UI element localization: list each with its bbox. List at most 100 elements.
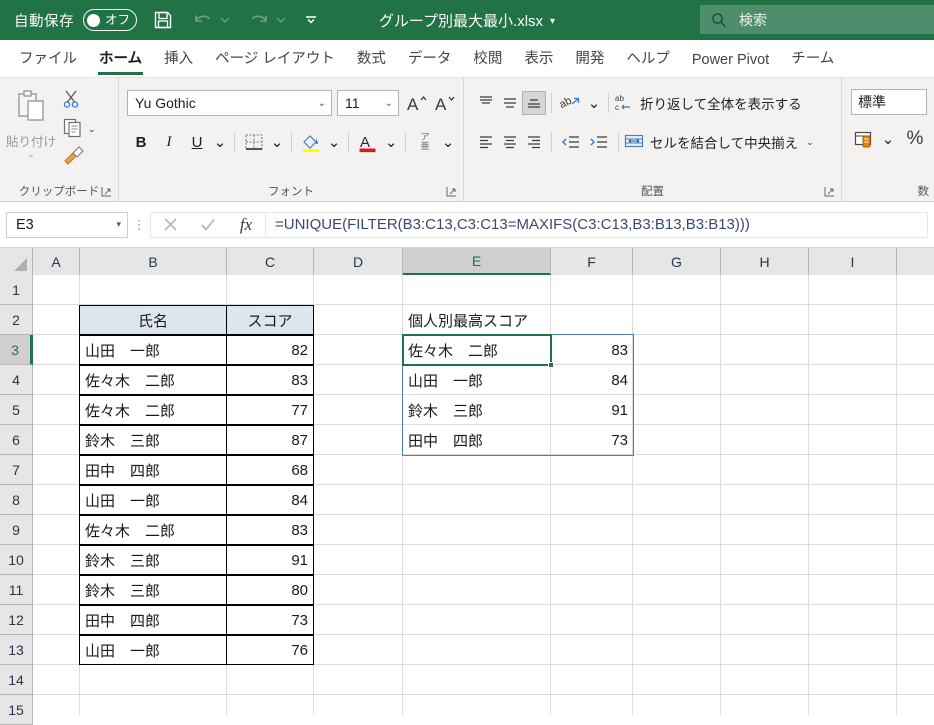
name-box-dropdown-icon[interactable]: ▾ bbox=[116, 219, 121, 230]
font-size-combo[interactable]: 11 ⌄ bbox=[337, 90, 399, 116]
select-all-corner[interactable] bbox=[0, 248, 33, 275]
cell-C7[interactable]: 68 bbox=[226, 455, 314, 485]
number-format-combo[interactable]: 標準 bbox=[851, 89, 927, 115]
wrap-text-button[interactable]: ab c 折り返して全体を表示する bbox=[614, 89, 802, 117]
cell-B12[interactable]: 田中 四郎 bbox=[79, 605, 227, 635]
autosave-toggle[interactable]: オフ bbox=[83, 9, 137, 31]
tab-team[interactable]: チーム bbox=[780, 43, 845, 77]
accounting-dropdown-icon[interactable]: ⌄ bbox=[879, 125, 897, 153]
shrink-font-icon[interactable]: A bbox=[431, 89, 459, 117]
row-header-10[interactable]: 10 bbox=[0, 545, 33, 575]
check-icon[interactable] bbox=[189, 213, 227, 237]
title-dropdown-icon[interactable]: ▾ bbox=[550, 16, 555, 27]
tab-insert[interactable]: 挿入 bbox=[153, 43, 204, 77]
tab-review[interactable]: 校閲 bbox=[462, 43, 513, 77]
borders-dropdown-icon[interactable]: ⌄ bbox=[268, 128, 286, 156]
column-header-j[interactable] bbox=[897, 248, 934, 275]
align-left-icon[interactable] bbox=[474, 130, 498, 154]
font-name-combo[interactable]: Yu Gothic ⌄ bbox=[127, 90, 332, 116]
align-right-icon[interactable] bbox=[522, 130, 546, 154]
copy-button[interactable]: ⌄ bbox=[62, 116, 114, 142]
cell-F6[interactable]: 73 bbox=[551, 425, 633, 455]
cell-B3[interactable]: 山田 一郎 bbox=[79, 335, 227, 365]
merge-center-button[interactable]: セルを結合して中央揃え ⌄ bbox=[624, 128, 814, 156]
tab-developer[interactable]: 開発 bbox=[564, 43, 615, 77]
cell-C6[interactable]: 87 bbox=[226, 425, 314, 455]
column-header-f[interactable]: F bbox=[551, 248, 633, 275]
row-header-3[interactable]: 3 bbox=[0, 335, 33, 365]
column-header-b[interactable]: B bbox=[80, 248, 227, 275]
cut-button[interactable] bbox=[62, 88, 114, 114]
cell-C3[interactable]: 82 bbox=[226, 335, 314, 365]
cell-C13[interactable]: 76 bbox=[226, 635, 314, 665]
cell-F3[interactable]: 83 bbox=[551, 335, 633, 365]
bold-button[interactable]: B bbox=[127, 128, 155, 156]
italic-button[interactable]: I bbox=[155, 128, 183, 156]
fill-color-icon[interactable] bbox=[297, 128, 325, 156]
row-header-13[interactable]: 13 bbox=[0, 635, 33, 665]
row-header-14[interactable]: 14 bbox=[0, 665, 33, 695]
row-header-1[interactable]: 1 bbox=[0, 275, 33, 305]
percent-style-button[interactable]: % bbox=[901, 125, 929, 153]
font-name-dropdown-icon[interactable]: ⌄ bbox=[318, 98, 326, 109]
accounting-format-icon[interactable] bbox=[851, 125, 879, 153]
align-center-icon[interactable] bbox=[498, 130, 522, 154]
underline-dropdown-icon[interactable]: ⌄ bbox=[211, 128, 229, 156]
cell-B13[interactable]: 山田 一郎 bbox=[79, 635, 227, 665]
formula-input[interactable]: =UNIQUE(FILTER(B3:C13,C3:C13=MAXIFS(C3:C… bbox=[265, 211, 928, 238]
row-header-9[interactable]: 9 bbox=[0, 515, 33, 545]
cell-B6[interactable]: 鈴木 三郎 bbox=[79, 425, 227, 455]
paste-dropdown-icon[interactable]: ⌄ bbox=[27, 150, 35, 159]
alignment-dialog-launcher-icon[interactable] bbox=[824, 186, 835, 197]
column-header-a[interactable]: A bbox=[33, 248, 80, 275]
search-box[interactable]: 検索 bbox=[700, 5, 934, 34]
tab-view[interactable]: 表示 bbox=[513, 43, 564, 77]
font-color-icon[interactable]: A bbox=[354, 128, 382, 156]
cell-B11[interactable]: 鈴木 三郎 bbox=[79, 575, 227, 605]
chevron-down-icon[interactable] bbox=[297, 6, 325, 34]
cell-E6[interactable]: 田中 四郎 bbox=[403, 425, 551, 455]
row-header-5[interactable]: 5 bbox=[0, 395, 33, 425]
fx-icon[interactable]: fx bbox=[227, 213, 265, 237]
cell-C11[interactable]: 80 bbox=[226, 575, 314, 605]
tab-home[interactable]: ホーム bbox=[88, 43, 153, 77]
fill-color-dropdown-icon[interactable]: ⌄ bbox=[325, 128, 343, 156]
phonetic-dropdown-icon[interactable]: ⌄ bbox=[439, 128, 457, 156]
tab-formulas[interactable]: 数式 bbox=[346, 43, 397, 77]
redo-dropdown-icon[interactable] bbox=[273, 6, 289, 34]
cell-E5[interactable]: 鈴木 三郎 bbox=[403, 395, 551, 425]
redo-icon[interactable] bbox=[245, 6, 273, 34]
paste-button[interactable]: 貼り付け ⌄ bbox=[0, 82, 62, 159]
cell-F4[interactable]: 84 bbox=[551, 365, 633, 395]
align-bottom-icon[interactable] bbox=[522, 91, 546, 115]
column-header-h[interactable]: H bbox=[721, 248, 809, 275]
merge-center-dropdown-icon[interactable]: ⌄ bbox=[806, 137, 814, 148]
decrease-indent-icon[interactable] bbox=[557, 128, 585, 156]
tab-page-layout[interactable]: ページ レイアウト bbox=[204, 43, 346, 77]
cell-B8[interactable]: 山田 一郎 bbox=[79, 485, 227, 515]
cell-B7[interactable]: 田中 四郎 bbox=[79, 455, 227, 485]
cell-C10[interactable]: 91 bbox=[226, 545, 314, 575]
underline-button[interactable]: U bbox=[183, 128, 211, 156]
undo-dropdown-icon[interactable] bbox=[217, 6, 233, 34]
cell-B4[interactable]: 佐々木 二郎 bbox=[79, 365, 227, 395]
cell-C2[interactable]: スコア bbox=[226, 305, 314, 335]
cell-B5[interactable]: 佐々木 二郎 bbox=[79, 395, 227, 425]
tab-power-pivot[interactable]: Power Pivot bbox=[681, 48, 780, 77]
formula-bar-grip[interactable]: ⋮ bbox=[128, 217, 150, 233]
name-box[interactable]: E3 ▾ bbox=[6, 211, 128, 238]
format-painter-button[interactable] bbox=[62, 144, 114, 170]
cancel-icon[interactable] bbox=[151, 213, 189, 237]
column-header-g[interactable]: G bbox=[633, 248, 721, 275]
undo-icon[interactable] bbox=[189, 6, 217, 34]
tab-data[interactable]: データ bbox=[397, 43, 463, 77]
cell-E4[interactable]: 山田 一郎 bbox=[403, 365, 551, 395]
column-header-e[interactable]: E bbox=[403, 248, 551, 275]
cell-B9[interactable]: 佐々木 二郎 bbox=[79, 515, 227, 545]
font-dialog-launcher-icon[interactable] bbox=[446, 186, 457, 197]
text-orientation-icon[interactable]: ab bbox=[557, 89, 585, 117]
row-header-2[interactable]: 2 bbox=[0, 305, 33, 335]
increase-indent-icon[interactable] bbox=[585, 128, 613, 156]
grow-font-icon[interactable]: A bbox=[403, 89, 431, 117]
row-header-6[interactable]: 6 bbox=[0, 425, 33, 455]
